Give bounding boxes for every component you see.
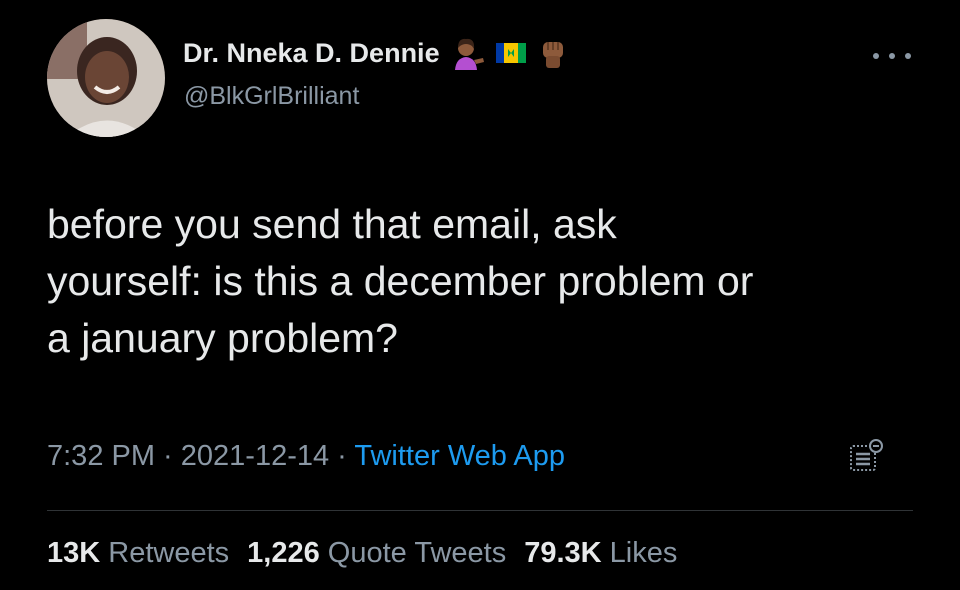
more-options-icon[interactable] bbox=[873, 48, 911, 64]
raised-fist-icon bbox=[542, 42, 563, 68]
tweet-meta: 7:32 PM · 2021-12-14 · Twitter Web App bbox=[47, 440, 565, 473]
meta-separator: · bbox=[329, 440, 355, 472]
meta-separator: · bbox=[155, 440, 181, 472]
likes-stat[interactable]: 79.3K Likes bbox=[524, 537, 677, 570]
analytics-icon[interactable] bbox=[848, 438, 884, 474]
divider bbox=[47, 510, 913, 511]
retweets-stat[interactable]: 13K Retweets bbox=[47, 537, 229, 570]
tweet-text: before you send that email, ask yourself… bbox=[47, 201, 754, 361]
quote-tweets-stat[interactable]: 1,226 Quote Tweets bbox=[247, 537, 506, 570]
woman-tipping-hand-icon bbox=[454, 38, 484, 70]
flag-st-vincent-icon bbox=[495, 43, 526, 63]
author-handle[interactable]: @BlkGrlBrilliant bbox=[184, 82, 359, 111]
profile-photo bbox=[47, 19, 165, 137]
tweet-date[interactable]: 2021-12-14 bbox=[181, 440, 329, 472]
tweet-time[interactable]: 7:32 PM bbox=[47, 440, 155, 472]
author-name-row[interactable]: Dr. Nneka D. Dennie bbox=[183, 36, 570, 70]
avatar[interactable] bbox=[47, 19, 165, 137]
tweet-source[interactable]: Twitter Web App bbox=[354, 440, 565, 472]
engagement-stats: 13K Retweets 1,226 Quote Tweets 79.3K Li… bbox=[47, 537, 677, 570]
display-name[interactable]: Dr. Nneka D. Dennie bbox=[183, 38, 440, 69]
